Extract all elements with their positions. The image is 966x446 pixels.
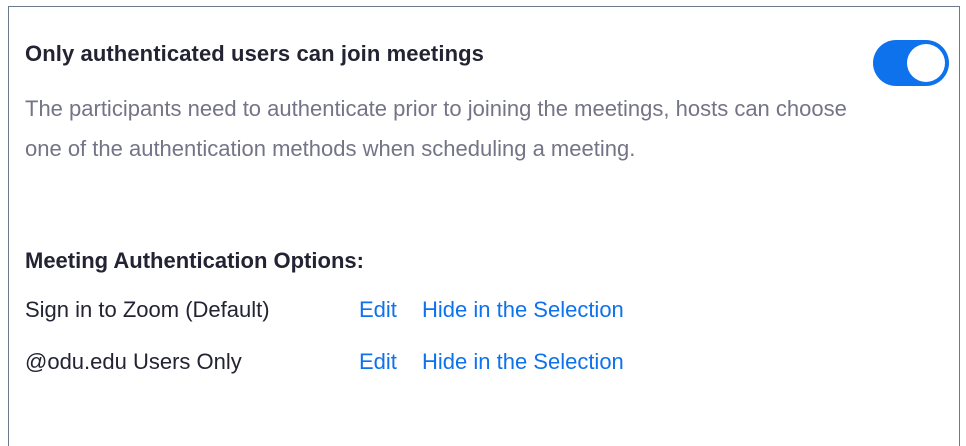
auth-option-label: @odu.edu Users Only (25, 349, 242, 374)
setting-title: Only authenticated users can join meetin… (25, 41, 484, 66)
auth-option-row: @odu.edu Users Only Edit Hide in the Sel… (25, 349, 925, 379)
settings-panel: Only authenticated users can join meetin… (8, 6, 960, 446)
hide-in-selection-link[interactable]: Hide in the Selection (422, 349, 624, 375)
authenticated-users-toggle[interactable] (873, 40, 949, 86)
setting-description: The participants need to authenticate pr… (25, 96, 847, 161)
hide-in-selection-link[interactable]: Hide in the Selection (422, 297, 624, 323)
auth-option-label: Sign in to Zoom (Default) (25, 297, 270, 322)
edit-link[interactable]: Edit (359, 349, 397, 375)
auth-option-row: Sign in to Zoom (Default) Edit Hide in t… (25, 297, 925, 327)
toggle-knob (907, 44, 945, 82)
edit-link[interactable]: Edit (359, 297, 397, 323)
options-heading: Meeting Authentication Options: (25, 248, 364, 273)
